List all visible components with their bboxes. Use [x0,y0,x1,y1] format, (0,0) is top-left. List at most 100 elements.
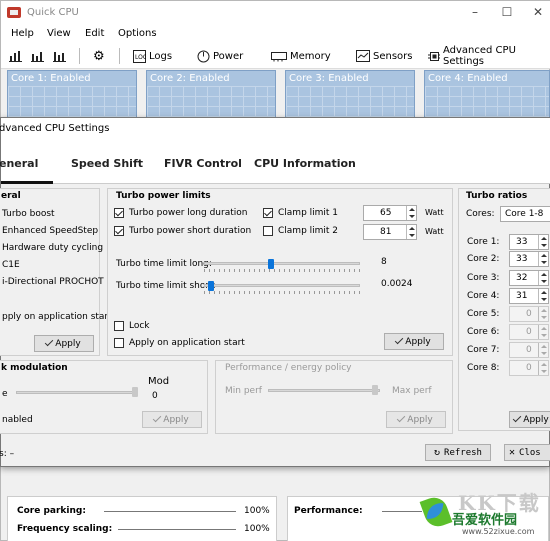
core-3-label: Core 3: Enabled [289,73,369,84]
settings-button[interactable]: ⚙ [93,47,105,65]
spinner-arrows-icon[interactable] [538,252,548,266]
turbo-boost-option[interactable]: Turbo boost [2,209,55,219]
turbo-power-long-checkbox[interactable] [114,208,124,218]
performance-label: Performance: [294,506,363,516]
clock-modulation-title: k modulation [1,363,68,373]
frequency-scaling-label: Frequency scaling: [17,524,113,534]
menu-view[interactable]: View [47,28,71,39]
turbo-ratios-apply-button[interactable]: Apply [509,411,550,428]
check-icon [395,335,404,345]
spinner-arrows-icon[interactable] [538,307,548,321]
power-limit-1-spinner[interactable]: 65 [363,205,417,221]
memory-button[interactable]: Memory [271,47,331,65]
power-limit-2-value: 81 [380,227,392,237]
bidirectional-prochot-option[interactable]: i-Directional PROCHOT [2,277,104,287]
toolbar-chart-button-3[interactable] [53,47,67,65]
perf-energy-apply-button[interactable]: Apply [386,411,446,428]
menu-options[interactable]: Options [118,28,157,39]
clock-modulation-apply-button[interactable]: Apply [142,411,202,428]
general-apply-on-start-option[interactable]: pply on application start [2,312,112,322]
tab-fivr-control[interactable]: FIVR Control [164,157,242,170]
ratio-core-3-spinner[interactable]: 32 [509,270,549,286]
toolbar-chart-button-1[interactable] [9,47,23,65]
tab-cpu-information[interactable]: CPU Information [254,157,356,170]
bar-chart-icon [31,52,44,62]
turbo-power-apply-button[interactable]: Apply [384,333,444,350]
general-apply-button[interactable]: Apply [34,335,94,352]
clock-modulation-apply-label: Apply [163,414,189,425]
clock-modulation-enabled-label[interactable]: nabled [2,415,33,425]
turbo-time-long-value: 8 [381,257,387,267]
spinner-arrows-icon[interactable] [538,235,548,249]
ratio-core-7-label: Core 7: [467,345,500,355]
spinner-arrows-icon[interactable] [538,289,548,303]
ratio-core-5-spinner[interactable]: 0 [509,306,549,322]
cores-dropdown[interactable]: Core 1-8 [500,206,550,222]
turbo-time-short-label: Turbo time limit short: [116,281,216,291]
turbo-power-short-checkbox[interactable] [114,226,124,236]
logs-button[interactable]: LOG Logs [133,47,172,65]
minimize-icon[interactable]: – [466,5,484,19]
ratio-core-2-spinner[interactable]: 33 [509,251,549,267]
spinner-arrows-icon[interactable] [538,325,548,339]
clock-modulation-slider[interactable] [132,387,138,397]
memory-icon [271,51,287,61]
status-text: s: – [0,449,15,459]
ratio-core-8-spinner[interactable]: 0 [509,360,549,376]
toolbar-chart-button-2[interactable] [31,47,45,65]
general-apply-label: Apply [55,338,81,349]
ratio-core-1-spinner[interactable]: 33 [509,234,549,250]
turbo-power-apply-label: Apply [405,336,431,347]
ratio-core-1-value: 33 [516,237,528,247]
tab-general[interactable]: eneral [0,157,38,170]
ratio-core-8-value: 0 [526,363,532,373]
ratio-core-7-spinner[interactable]: 0 [509,342,549,358]
hardware-duty-cycling-option[interactable]: Hardware duty cycling [2,243,103,253]
ratio-core-3-value: 32 [516,273,528,283]
spinner-arrows-icon[interactable] [538,361,548,375]
enhanced-speedstep-option[interactable]: Enhanced SpeedStep [2,226,98,236]
cores-label: Cores: [466,209,495,219]
check-icon [45,337,54,347]
clamp-limit-1-checkbox[interactable] [263,208,273,218]
refresh-button[interactable]: ↻ Refresh [425,444,491,461]
sensors-button[interactable]: Sensors [356,47,413,65]
clock-modulation-mode-label: Mod [148,376,170,387]
ratio-core-6-spinner[interactable]: 0 [509,324,549,340]
spinner-arrows-icon[interactable] [538,343,548,357]
turbo-apply-on-start-checkbox[interactable] [114,338,124,348]
turbo-time-long-label: Turbo time limit long: [116,259,212,269]
power-button[interactable]: Power [197,47,243,65]
watermark-url: www.52zixue.com [462,527,535,536]
core-parking-panel: Core parking: 100% Frequency scaling: 10… [7,496,277,541]
ratio-core-4-value: 31 [516,291,528,301]
maximize-icon[interactable]: ☐ [498,5,516,19]
ratio-core-4-spinner[interactable]: 31 [509,288,549,304]
close-icon[interactable]: ✕ [529,5,547,19]
spinner-arrows-icon[interactable] [406,206,416,220]
turbo-time-short-value: 0.0024 [381,279,413,289]
clock-modulation-value: 0 [152,391,158,401]
spinner-arrows-icon[interactable] [406,225,416,239]
ratio-core-4-label: Core 4: [467,291,500,301]
turbo-time-long-slider[interactable] [268,259,274,269]
power-limit-2-spinner[interactable]: 81 [363,224,417,240]
tab-speed-shift[interactable]: Speed Shift [71,157,143,170]
c1e-option[interactable]: C1E [2,260,20,270]
memory-label: Memory [290,50,331,62]
close-button[interactable]: ✕ Clos [504,444,550,461]
menu-edit[interactable]: Edit [85,28,104,39]
perf-energy-slider[interactable] [372,385,378,395]
turbo-time-short-slider[interactable] [208,281,214,291]
spinner-arrows-icon[interactable] [538,271,548,285]
menu-help[interactable]: Help [11,28,34,39]
power-limit-1-value: 65 [380,208,392,218]
clamp-limit-2-checkbox[interactable] [263,226,273,236]
lock-checkbox[interactable] [114,321,124,331]
dialog-title: dvanced CPU Settings [0,123,110,134]
power-icon [197,50,210,62]
check-icon [153,413,162,423]
advanced-cpu-settings-button[interactable]: Advanced CPU Settings [428,45,550,67]
turbo-power-limits-group: Turbo power limits Turbo power long dura… [107,188,453,356]
logs-label: Logs [149,50,173,62]
